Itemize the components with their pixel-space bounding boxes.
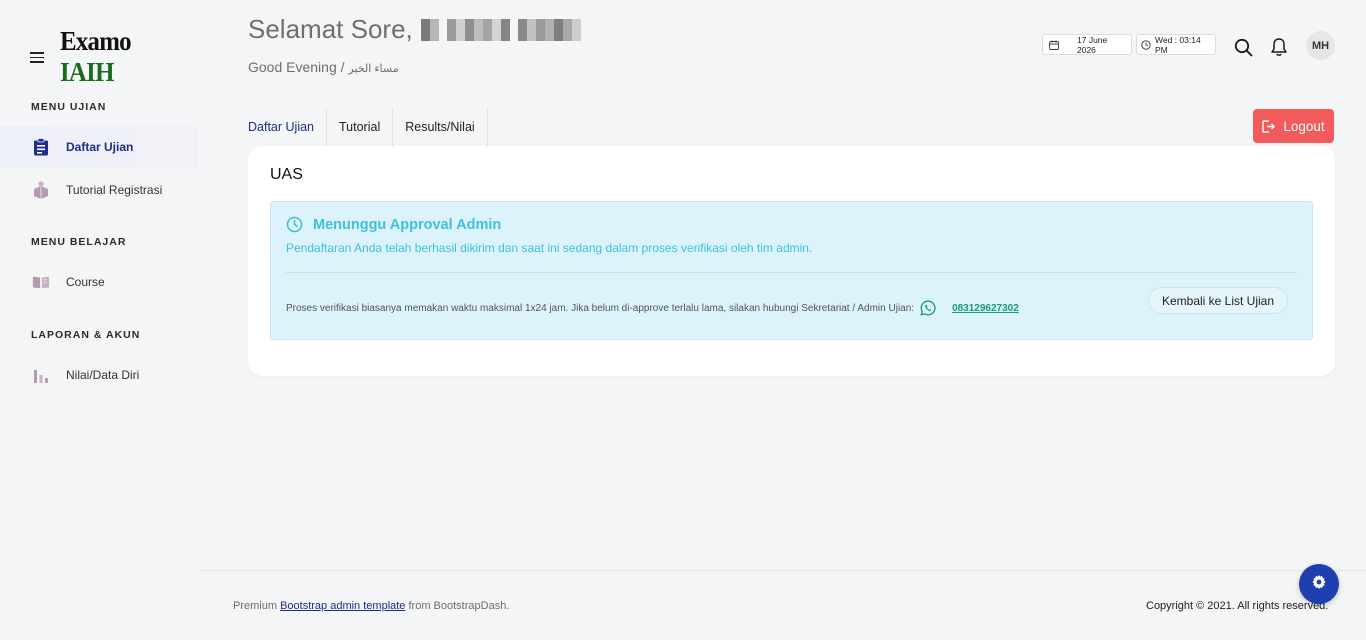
- alert-heading: Menunggu Approval Admin: [286, 216, 501, 233]
- alert-note-text: Proses verifikasi biasanya memakan waktu…: [286, 302, 915, 314]
- bar-chart-icon: [32, 366, 50, 384]
- menu-section-ujian: MENU UJIAN: [31, 101, 107, 113]
- alert-note: Proses verifikasi biasanya memakan waktu…: [286, 300, 1019, 316]
- footer-prefix: Premium: [233, 600, 278, 612]
- time-display: Wed : 03:14 PM: [1136, 34, 1216, 55]
- tab-bar: Daftar Ujian Tutorial Results/Nilai: [248, 108, 488, 146]
- sidebar-item-label: Daftar Ujian: [66, 140, 134, 154]
- footer-divider: [198, 570, 1366, 571]
- footer-credit: Premium Bootstrap admin template from Bo…: [233, 600, 509, 612]
- menu-section-laporan: LAPORAN & AKUN: [31, 329, 141, 341]
- clipboard-icon: [32, 138, 50, 156]
- date-display: 17 June 2026: [1042, 34, 1132, 55]
- greeting-text: Selamat Sore,: [248, 14, 413, 44]
- greeting-subtitle: Good Evening / مساء الخير: [248, 59, 399, 75]
- logout-button[interactable]: Logout: [1253, 109, 1334, 143]
- sidebar-item-label: Course: [66, 275, 105, 289]
- brand: Examo IAIH: [30, 26, 198, 88]
- whatsapp-icon: [920, 300, 936, 316]
- clock-icon: [1141, 39, 1151, 50]
- exam-card: UAS Menunggu Approval Admin Pendaftaran …: [248, 146, 1335, 376]
- tab-results-nilai[interactable]: Results/Nilai: [393, 108, 488, 146]
- book-icon: [32, 273, 50, 291]
- admin-phone-link[interactable]: 083129627302: [952, 303, 1019, 314]
- sidebar-item-label: Tutorial Registrasi: [66, 183, 163, 197]
- logout-icon: [1262, 119, 1276, 133]
- calendar-icon: [1049, 40, 1059, 50]
- sidebar-item-tutorial-registrasi[interactable]: Tutorial Registrasi: [0, 169, 198, 211]
- subtitle-ar: مساء الخير: [348, 63, 399, 75]
- card-title: UAS: [270, 166, 303, 183]
- footer-suffix: from BootstrapDash.: [408, 600, 510, 612]
- back-to-exam-list-button[interactable]: Kembali ke List Ujian: [1148, 287, 1288, 314]
- alert-divider: [286, 272, 1297, 273]
- redacted-username: [420, 18, 581, 41]
- bell-icon[interactable]: [1269, 37, 1289, 57]
- gear-icon: [1311, 574, 1327, 595]
- logo-text-1: Examo: [59, 26, 132, 56]
- footer-template-link[interactable]: Bootstrap admin template: [280, 600, 405, 612]
- approval-alert: Menunggu Approval Admin Pendaftaran Anda…: [270, 201, 1313, 340]
- logo[interactable]: Examo IAIH: [60, 26, 187, 88]
- footer-copyright: Copyright © 2021. All rights reserved.: [1146, 600, 1329, 612]
- alert-message: Pendaftaran Anda telah berhasil dikirim …: [286, 241, 813, 255]
- box-icon: [32, 181, 50, 199]
- search-icon[interactable]: [1233, 37, 1253, 57]
- logo-text-2: IAIH: [59, 57, 114, 87]
- avatar[interactable]: MH: [1306, 31, 1335, 60]
- time-text: Wed : 03:14 PM: [1155, 34, 1201, 55]
- sidebar: Examo IAIH MENU UJIAN Daftar Ujian Tutor…: [0, 0, 198, 640]
- sidebar-item-daftar-ujian[interactable]: Daftar Ujian: [0, 126, 198, 168]
- date-text: 17 June 2026: [1077, 34, 1108, 55]
- tab-tutorial[interactable]: Tutorial: [327, 108, 394, 146]
- tab-daftar-ujian[interactable]: Daftar Ujian: [248, 108, 327, 146]
- settings-button[interactable]: [1299, 564, 1339, 604]
- sidebar-item-label: Nilai/Data Diri: [66, 368, 140, 382]
- logout-label: Logout: [1283, 118, 1325, 134]
- hamburger-menu-icon[interactable]: [30, 51, 46, 63]
- subtitle-en: Good Evening /: [248, 59, 345, 75]
- sidebar-item-course[interactable]: Course: [0, 261, 198, 303]
- clock-icon: [286, 216, 303, 233]
- alert-heading-text: Menunggu Approval Admin: [313, 216, 502, 233]
- sidebar-item-nilai-data-diri[interactable]: Nilai/Data Diri: [0, 354, 198, 396]
- menu-section-belajar: MENU BELAJAR: [31, 236, 127, 248]
- greeting-title: Selamat Sore,: [248, 14, 581, 45]
